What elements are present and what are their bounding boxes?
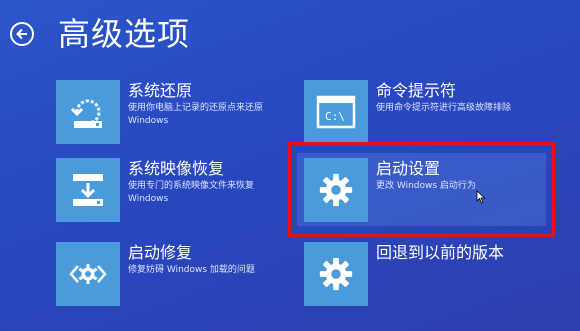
repair-icon [69,264,107,284]
page-title: 高级选项 [58,15,191,53]
option-go-back[interactable]: 回退到以前的版本 [304,242,534,306]
option-description-line2: Windows [128,194,169,204]
option-description: 使用专门的系统映像文件来恢复 [128,181,255,191]
option-tile: C:\ [304,80,368,144]
option-title: 系统还原 [128,81,193,100]
command-prompt-icon: C:\ [316,95,356,129]
svg-text:C:\: C:\ [325,110,345,123]
gear-icon [319,173,353,207]
option-title: 系统映像恢复 [128,159,225,178]
option-tile [304,242,368,306]
option-tile [56,242,120,306]
option-description: 更改 Windows 启动行为 [376,181,476,191]
option-description: 使用命令提示符进行高级故障排除 [376,103,512,113]
back-button[interactable] [10,22,34,46]
gear-icon [319,257,353,291]
option-title: 回退到以前的版本 [376,243,505,262]
option-title: 启动设置 [376,159,441,178]
option-title: 启动修复 [128,243,193,262]
option-command-prompt[interactable]: C:\ 命令提示符 使用命令提示符进行高级故障排除 [304,80,534,144]
option-description-line2: Windows [128,116,169,126]
image-recovery-icon [73,174,103,206]
option-title: 命令提示符 [376,81,457,100]
option-description: 修复妨碍 Windows 加载的问题 [128,265,255,275]
back-arrow-icon [16,28,27,40]
option-startup-settings[interactable]: 启动设置 更改 Windows 启动行为 [304,158,544,222]
option-description: 使用你电脑上记录的还原点来还原 [128,103,264,113]
option-system-restore[interactable]: 系统还原 使用你电脑上记录的还原点来还原 Windows [56,80,266,144]
option-tile [56,158,120,222]
option-system-image-recovery[interactable]: 系统映像恢复 使用专门的系统映像文件来恢复 Windows [56,158,266,222]
option-tile [304,158,368,222]
restore-icon [70,99,102,128]
option-startup-repair[interactable]: 启动修复 修复妨碍 Windows 加载的问题 [56,242,266,306]
mouse-cursor-icon [476,190,486,204]
option-tile [56,80,120,144]
